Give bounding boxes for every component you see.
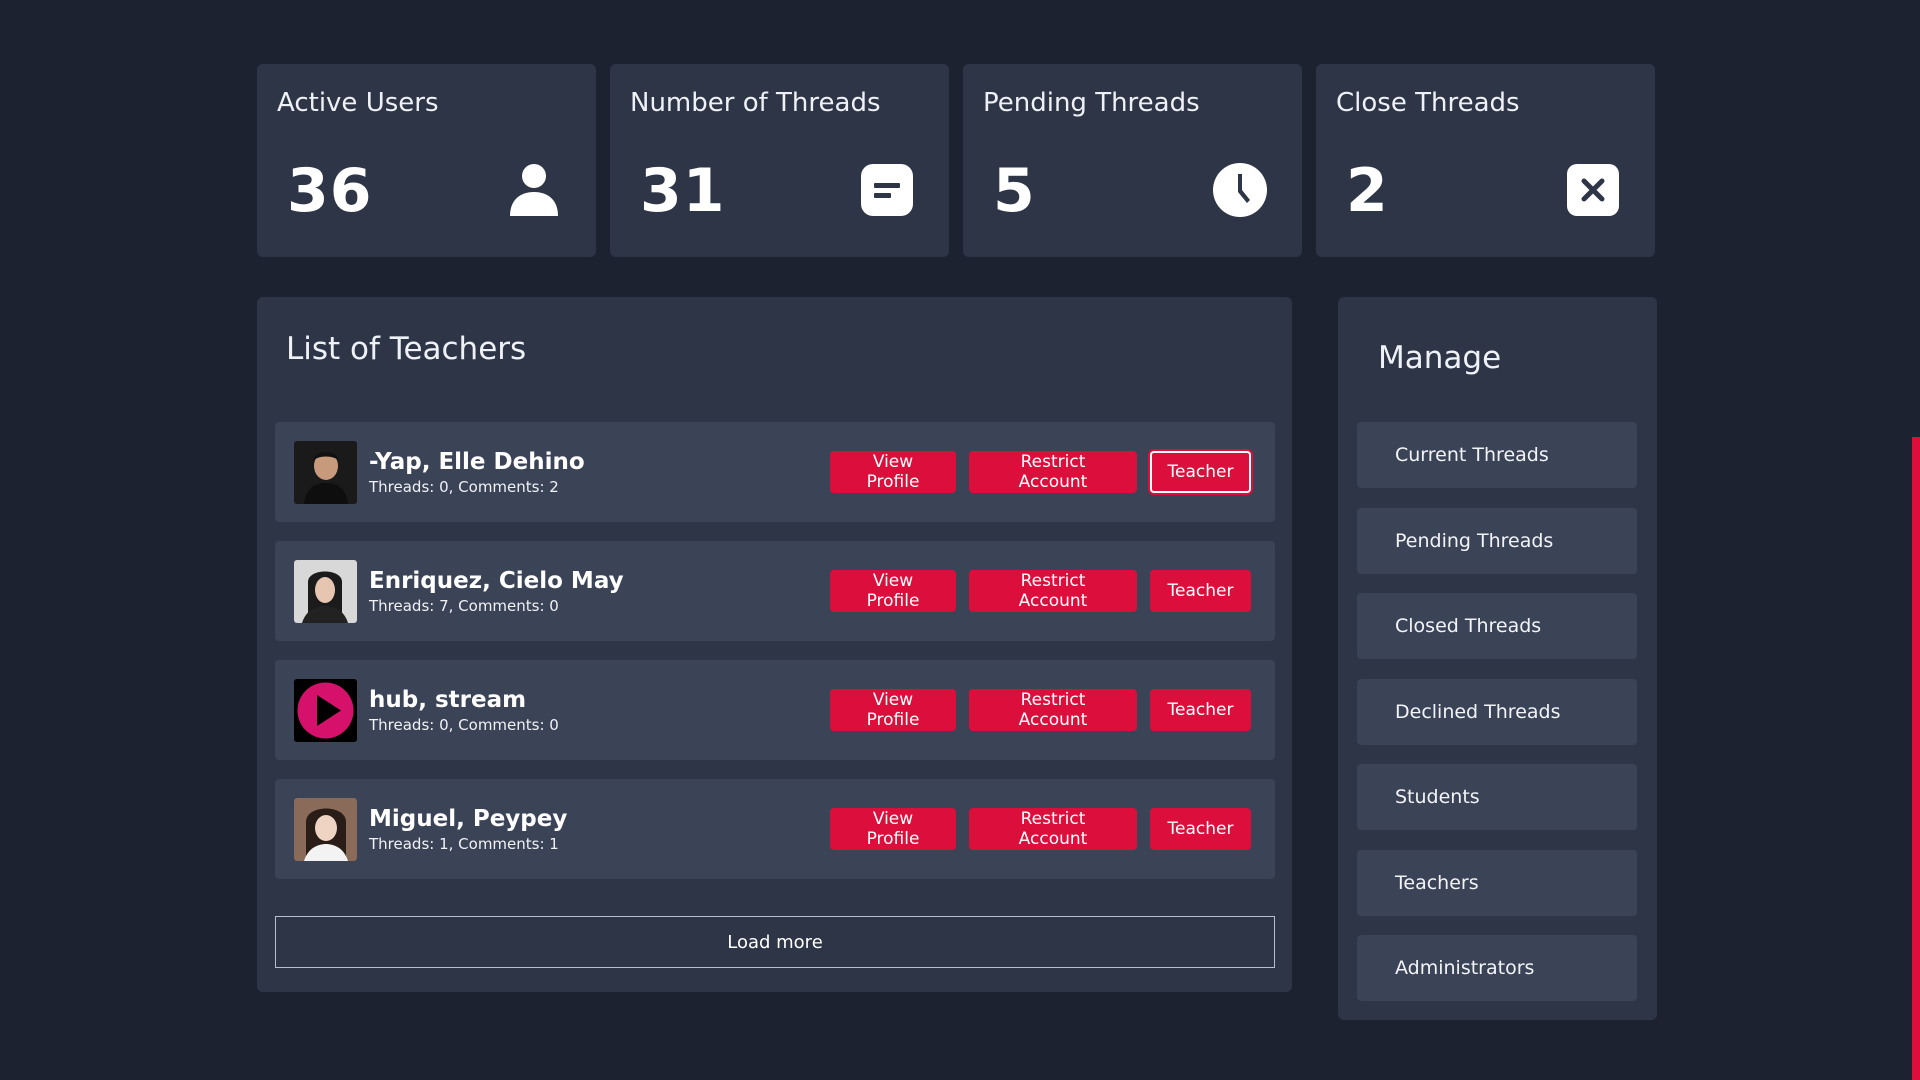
teacher-info: -Yap, Elle Dehino Threads: 0, Comments: … (369, 448, 830, 496)
teachers-panel: List of Teachers -Yap, Elle Dehino Threa… (257, 297, 1292, 992)
manage-item-teachers[interactable]: Teachers (1357, 849, 1637, 916)
manage-item-current-threads[interactable]: Current Threads (1357, 422, 1637, 488)
restrict-account-button[interactable]: Restrict Account (969, 570, 1137, 612)
stat-title: Active Users (277, 88, 439, 118)
view-profile-button[interactable]: View Profile (830, 689, 956, 731)
stat-title: Number of Threads (630, 88, 881, 118)
stat-value: 36 (287, 156, 373, 226)
stat-title: Close Threads (1336, 88, 1520, 118)
teacher-role-button[interactable]: Teacher (1150, 689, 1251, 731)
dashboard-page: Active Users 36 Number of Threads 31 Pen… (0, 0, 1920, 1080)
row-actions: View Profile Restrict Account Teacher (830, 808, 1251, 850)
row-actions: View Profile Restrict Account Teacher (830, 570, 1251, 612)
manage-item-students[interactable]: Students (1357, 764, 1637, 830)
teacher-row: Miguel, Peypey Threads: 1, Comments: 1 V… (275, 779, 1275, 879)
stat-card-active-users: Active Users 36 (257, 64, 596, 257)
load-more-button[interactable]: Load more (275, 916, 1275, 968)
avatar (294, 797, 357, 861)
teacher-info: Miguel, Peypey Threads: 1, Comments: 1 (369, 805, 830, 853)
manage-item-closed-threads[interactable]: Closed Threads (1357, 593, 1637, 659)
manage-item-declined-threads[interactable]: Declined Threads (1357, 678, 1637, 745)
teacher-stats: Threads: 0, Comments: 2 (369, 478, 559, 496)
stats-row: Active Users 36 Number of Threads 31 Pen… (257, 64, 1655, 257)
teacher-stats: Threads: 1, Comments: 1 (369, 835, 559, 853)
teacher-name: Enriquez, Cielo May (369, 568, 624, 594)
row-actions: View Profile Restrict Account Teacher (830, 689, 1251, 731)
scrollbar-thumb[interactable] (1912, 437, 1920, 1080)
stat-card-closed: Close Threads 2 (1316, 64, 1655, 257)
manage-list: Current Threads Pending Threads Closed T… (1357, 422, 1637, 1021)
teacher-list: -Yap, Elle Dehino Threads: 0, Comments: … (275, 422, 1275, 898)
teacher-stats: Threads: 7, Comments: 0 (369, 597, 559, 615)
stat-value: 2 (1346, 156, 1389, 226)
teacher-name: -Yap, Elle Dehino (369, 449, 585, 475)
teacher-stats: Threads: 0, Comments: 0 (369, 716, 559, 734)
teacher-name: Miguel, Peypey (369, 806, 568, 832)
panel-title: List of Teachers (286, 331, 527, 367)
stat-card-threads: Number of Threads 31 (610, 64, 949, 257)
message-icon (859, 162, 915, 218)
teacher-row: Enriquez, Cielo May Threads: 7, Comments… (275, 541, 1275, 641)
view-profile-button[interactable]: View Profile (830, 451, 956, 493)
stat-value: 31 (640, 156, 726, 226)
restrict-account-button[interactable]: Restrict Account (969, 808, 1137, 850)
avatar (294, 440, 357, 504)
restrict-account-button[interactable]: Restrict Account (969, 451, 1137, 493)
teacher-info: Enriquez, Cielo May Threads: 7, Comments… (369, 567, 830, 615)
manage-panel: Manage Current Threads Pending Threads C… (1338, 297, 1657, 1020)
clock-icon (1212, 162, 1268, 218)
teacher-role-button[interactable]: Teacher (1150, 808, 1251, 850)
close-box-icon (1565, 162, 1621, 218)
view-profile-button[interactable]: View Profile (830, 570, 956, 612)
stat-value: 5 (993, 156, 1036, 226)
stat-title: Pending Threads (983, 88, 1200, 118)
teacher-row: hub, stream Threads: 0, Comments: 0 View… (275, 660, 1275, 760)
manage-item-administrators[interactable]: Administrators (1357, 935, 1637, 1001)
user-icon (506, 162, 562, 218)
teacher-role-button[interactable]: Teacher (1150, 570, 1251, 612)
avatar (294, 559, 357, 623)
row-actions: View Profile Restrict Account Teacher (830, 451, 1251, 493)
teacher-name: hub, stream (369, 687, 527, 713)
stat-card-pending: Pending Threads 5 (963, 64, 1302, 257)
play-logo-avatar (294, 678, 357, 742)
manage-title: Manage (1378, 340, 1502, 376)
restrict-account-button[interactable]: Restrict Account (969, 689, 1137, 731)
manage-item-pending-threads[interactable]: Pending Threads (1357, 507, 1637, 574)
teacher-info: hub, stream Threads: 0, Comments: 0 (369, 686, 830, 734)
teacher-role-button[interactable]: Teacher (1150, 451, 1251, 493)
teacher-row: -Yap, Elle Dehino Threads: 0, Comments: … (275, 422, 1275, 522)
view-profile-button[interactable]: View Profile (830, 808, 956, 850)
